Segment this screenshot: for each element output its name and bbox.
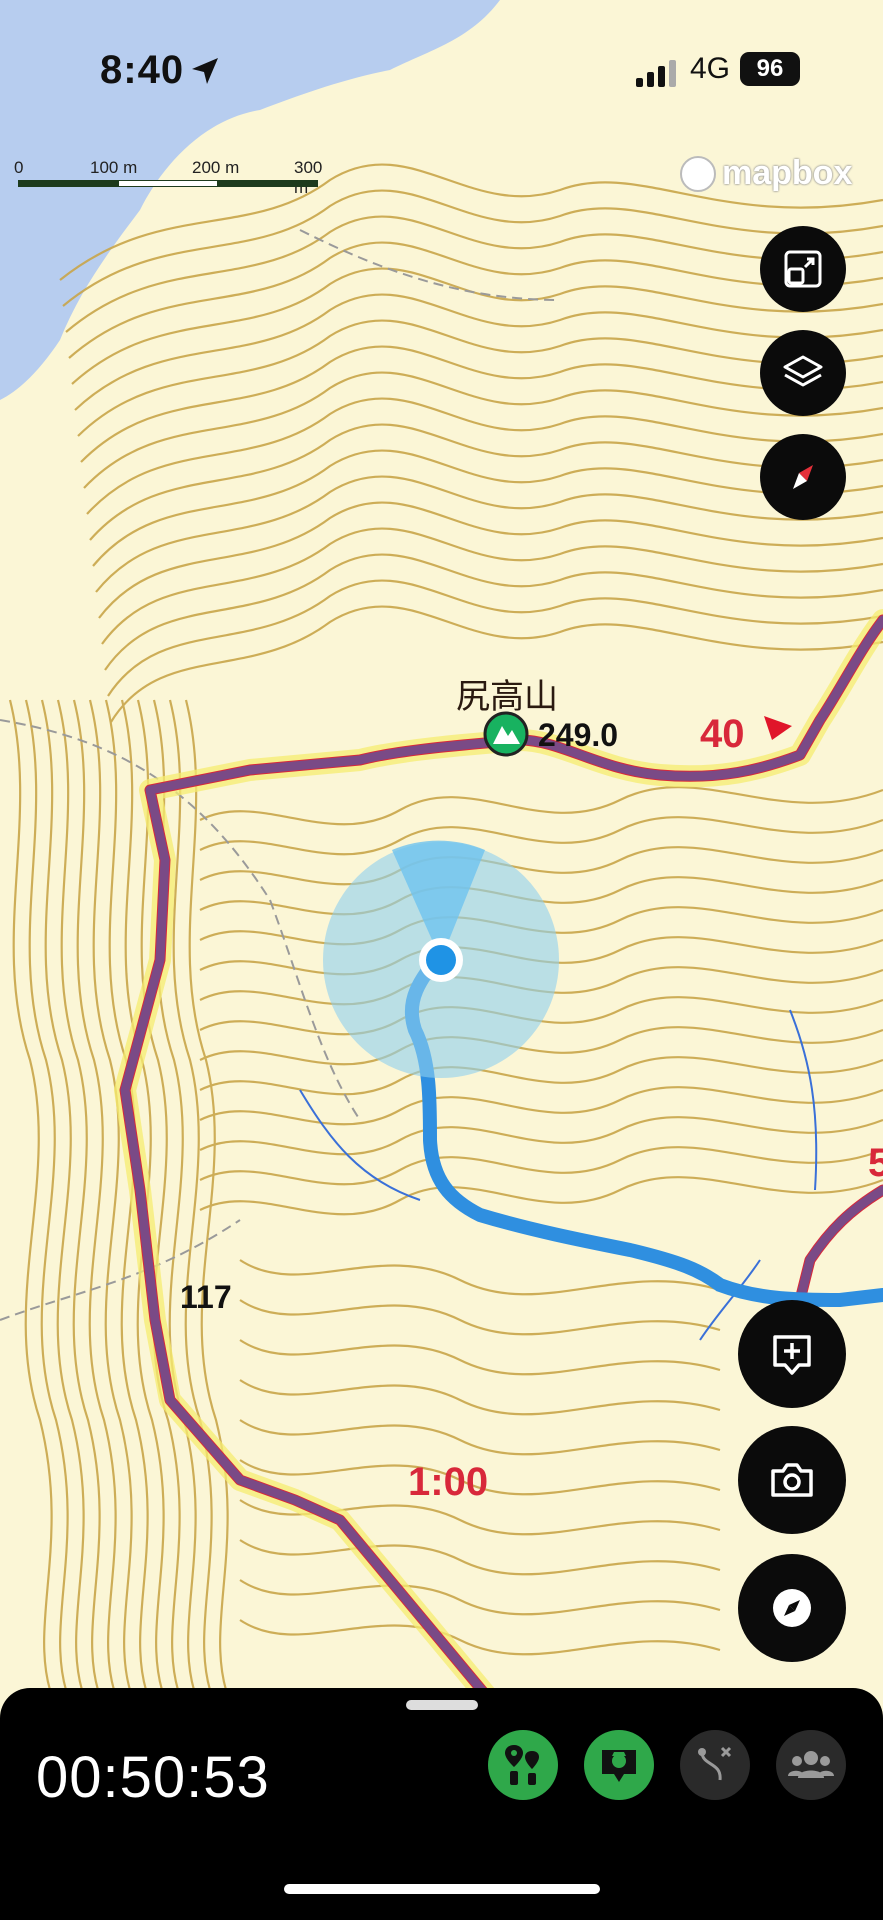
network-type: 4G (690, 52, 731, 85)
north-compass-icon (793, 465, 813, 489)
scale-segment (18, 180, 118, 187)
fit-screen-icon (784, 250, 822, 288)
add-memo-icon (773, 1335, 811, 1375)
camera-icon (771, 1463, 813, 1497)
peak-name-label: 尻高山 (456, 677, 558, 717)
status-time: 8:40 (100, 48, 185, 92)
ranger-chat-button[interactable] (584, 1730, 654, 1800)
scale-bar: 0 100 m 200 m 300 m (14, 158, 334, 198)
cellular-signal-icon (636, 60, 676, 87)
group-members-icon (788, 1751, 834, 1778)
scale-label-0: 0 (14, 158, 24, 177)
status-bar: 8:40 4G 96 (0, 0, 883, 140)
scale-segment (118, 180, 218, 187)
mapbox-logo-icon (680, 155, 716, 192)
scale-label-200: 200 m (192, 158, 240, 177)
add-memo-button[interactable] (738, 1300, 846, 1408)
battery-indicator: 96 (740, 52, 800, 86)
course-time-label-100: 1:00 (408, 1460, 488, 1504)
mapbox-attribution[interactable]: mapbox (680, 154, 852, 193)
spot-elevation-label: 117 (180, 1279, 232, 1315)
peak-elevation-label: 249.0 (538, 717, 618, 753)
scale-label-100: 100 m (90, 158, 138, 177)
navigation-compass-button[interactable] (738, 1554, 846, 1662)
waypoint-pins-button[interactable] (488, 1730, 558, 1800)
mapbox-logo-text: mapbox (722, 154, 853, 192)
elapsed-time: 00:50:53 (36, 1745, 270, 1810)
activity-bottom-bar: 00:50:53 (0, 1688, 883, 1920)
route-off-button[interactable] (680, 1730, 750, 1800)
fit-screen-button[interactable] (760, 226, 846, 312)
group-members-button[interactable] (776, 1730, 846, 1800)
scale-label-300: 300 m (294, 158, 323, 197)
scale-segment (218, 180, 318, 187)
camera-button[interactable] (738, 1426, 846, 1534)
layers-button[interactable] (760, 330, 846, 416)
layers-icon (783, 355, 823, 387)
peak-icon (483, 711, 529, 757)
location-services-icon (192, 58, 218, 84)
ranger-chat-icon (602, 1750, 636, 1782)
route-off-icon (698, 1746, 732, 1781)
navigation-compass-icon (773, 1589, 811, 1627)
north-compass-button[interactable] (760, 434, 846, 520)
sheet-grabber[interactable] (406, 1700, 478, 1710)
waypoint-pins-icon (505, 1745, 539, 1785)
course-time-label-40: 40 (700, 712, 745, 756)
home-indicator (284, 1884, 600, 1894)
course-time-label-partial: 5 (868, 1141, 883, 1185)
